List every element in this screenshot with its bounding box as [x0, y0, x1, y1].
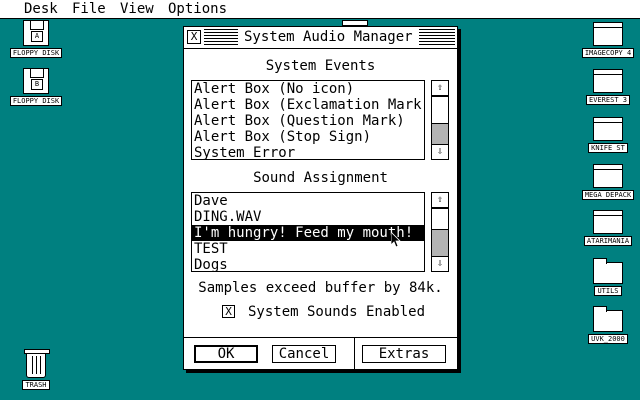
desktop-icon-label: TRASH: [22, 380, 50, 390]
folder-icon: [593, 258, 623, 284]
sound-assignment-heading: Sound Assignment: [253, 170, 388, 186]
dialog-title-bar[interactable]: X System Audio Manager: [184, 27, 457, 49]
system-events-list[interactable]: Alert Box (No icon) Alert Box (Exclamati…: [191, 80, 425, 160]
desktop-icon-label: ATARIMANIA: [583, 236, 633, 246]
desktop-icon-atarimania[interactable]: ATARIMANIA: [572, 210, 640, 246]
trash-icon: [24, 349, 50, 378]
scroll-down-arrow-icon[interactable]: ⇩: [432, 256, 448, 271]
list-item[interactable]: Dogs: [192, 257, 424, 271]
scroll-up-arrow-icon[interactable]: ⇧: [432, 81, 448, 96]
desktop-icon-label: MEGA DEPACK: [581, 190, 635, 200]
buffer-status-text: Samples exceed buffer by 84k.: [198, 280, 443, 296]
floppy-drive-icon: B: [23, 68, 49, 94]
desktop-icon-trash[interactable]: TRASH: [0, 349, 72, 390]
menu-desk[interactable]: Desk: [24, 0, 58, 19]
list-item[interactable]: Alert Box (Stop Sign): [192, 129, 424, 145]
list-item[interactable]: Alert Box (Question Mark): [192, 113, 424, 129]
list-item[interactable]: Dave: [192, 193, 424, 209]
desktop-icon-mega-depack[interactable]: MEGA DEPACK: [572, 164, 640, 200]
extras-button[interactable]: Extras: [362, 345, 446, 363]
list-item[interactable]: TEST: [192, 241, 424, 257]
folder-icon: [593, 306, 623, 332]
desktop-icon-label: FLOPPY DISK: [9, 48, 63, 58]
system-sounds-label: System Sounds Enabled: [248, 304, 426, 320]
cancel-button[interactable]: Cancel: [272, 345, 336, 363]
desktop: Desk File View Options A FLOPPY DISK B F…: [0, 0, 640, 400]
scroll-thumb[interactable]: [432, 96, 448, 124]
close-box-icon[interactable]: X: [187, 30, 201, 44]
sound-assignment-list[interactable]: Dave DING.WAV I'm hungry! Feed my mouth!…: [191, 192, 425, 272]
dialog-title: System Audio Manager: [238, 29, 419, 45]
system-audio-manager-dialog: X System Audio Manager System Events Ale…: [183, 26, 458, 370]
scroll-thumb[interactable]: [432, 208, 448, 230]
desktop-icon-label: FLOPPY DISK: [9, 96, 63, 106]
desktop-icon-floppy-b[interactable]: B FLOPPY DISK: [0, 68, 72, 106]
list-item[interactable]: DING.WAV: [192, 209, 424, 225]
system-sounds-checkbox[interactable]: X: [222, 305, 235, 318]
program-icon: [593, 22, 623, 46]
ok-button[interactable]: OK: [194, 345, 258, 363]
desktop-icon-label: EVEREST 3: [586, 95, 630, 105]
desktop-icon-uvk[interactable]: UVK_2000: [572, 306, 640, 344]
menu-options[interactable]: Options: [168, 0, 227, 19]
system-events-heading: System Events: [265, 58, 376, 74]
desktop-icon-everest[interactable]: EVEREST 3: [572, 69, 640, 105]
program-icon: [593, 69, 623, 93]
desktop-icon-label: KNIFE ST: [588, 143, 628, 153]
scroll-up-arrow-icon[interactable]: ⇧: [432, 193, 448, 208]
desktop-icon-imagecopy[interactable]: IMAGECOPY 4: [572, 22, 640, 58]
list-item[interactable]: Alert Box (Exclamation Mark): [192, 97, 424, 113]
button-divider-vertical: [354, 338, 355, 369]
desktop-icon-knife[interactable]: KNIFE ST: [572, 117, 640, 153]
system-events-scrollbar[interactable]: ⇧ ⇩: [431, 80, 449, 160]
list-item-selected[interactable]: I'm hungry! Feed my mouth!: [192, 225, 424, 241]
menu-file[interactable]: File: [72, 0, 106, 19]
button-divider: [184, 337, 457, 338]
mouse-pointer-icon: [391, 232, 401, 248]
desktop-icon-utils[interactable]: UTILS: [572, 258, 640, 296]
desktop-icon-label: IMAGECOPY 4: [581, 48, 635, 58]
list-item[interactable]: Alert Box (No icon): [192, 81, 424, 97]
floppy-drive-icon: A: [23, 20, 49, 46]
program-icon: [593, 117, 623, 141]
list-item[interactable]: System Error: [192, 145, 424, 159]
scroll-down-arrow-icon[interactable]: ⇩: [432, 144, 448, 159]
program-icon: [593, 210, 623, 234]
sound-assignment-scrollbar[interactable]: ⇧ ⇩: [431, 192, 449, 272]
menu-view[interactable]: View: [120, 0, 154, 19]
menu-bar: Desk File View Options: [0, 0, 640, 19]
program-icon: [593, 164, 623, 188]
desktop-icon-label: UTILS: [594, 286, 622, 296]
desktop-icon-floppy-a[interactable]: A FLOPPY DISK: [0, 20, 72, 58]
desktop-icon-label: UVK_2000: [588, 334, 628, 344]
